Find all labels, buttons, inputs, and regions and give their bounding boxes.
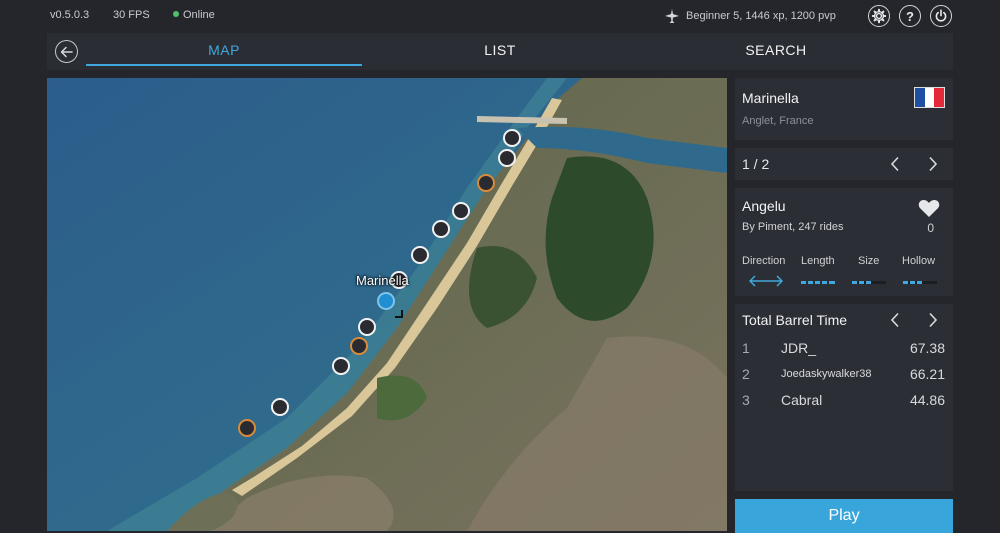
tab-map[interactable]: MAP (86, 33, 362, 70)
back-button[interactable] (55, 40, 78, 63)
wave-name: Angelu (742, 198, 786, 214)
spot-marker[interactable] (498, 149, 516, 167)
leaderboard-rank: 1 (742, 340, 750, 356)
leaderboard-time: 66.21 (909, 366, 945, 382)
arrow-left-icon (60, 46, 73, 57)
leaderboard-row: 3 Cabral 44.86 (742, 392, 945, 412)
spot-marker[interactable] (271, 398, 289, 416)
leaderboard-title: Total Barrel Time (742, 312, 848, 328)
player-stats: Beginner 5, 1446 xp, 1200 pvp (686, 10, 836, 22)
heart-icon (918, 199, 940, 217)
fps-label: 30 FPS (113, 9, 150, 21)
spot-marker[interactable] (411, 246, 429, 264)
attr-hollow-label: Hollow (902, 255, 936, 267)
leaderboard-prev-button[interactable] (885, 310, 905, 330)
spot-marker[interactable] (332, 357, 350, 375)
leaderboard-player: Cabral (781, 392, 823, 408)
spot-marker[interactable] (477, 174, 495, 192)
size-meter (852, 281, 886, 284)
like-button[interactable] (918, 199, 940, 223)
status-bar: v0.5.0.3 30 FPS Online Beginner 5, 1446 … (0, 0, 1000, 32)
connection-label: Online (183, 9, 215, 21)
chevron-left-icon (890, 156, 899, 172)
pager-prev-button[interactable] (885, 154, 905, 174)
chevron-right-icon (929, 156, 938, 172)
gear-icon (871, 8, 887, 24)
leaderboard-time: 67.38 (909, 340, 945, 356)
chevron-right-icon (929, 312, 938, 328)
settings-button[interactable] (868, 5, 890, 27)
spot-name: Marinella (742, 90, 799, 106)
tab-search[interactable]: SEARCH (638, 33, 914, 70)
leaderboard-time: 44.86 (909, 392, 945, 408)
attr-direction-label: Direction (742, 255, 786, 267)
spot-location: Anglet, France (742, 115, 814, 127)
version-label: v0.5.0.3 (50, 9, 90, 21)
leaderboard-rank: 2 (742, 366, 750, 382)
player-info: Beginner 5, 1446 xp, 1200 pvp (664, 6, 836, 26)
leaderboard-card: Total Barrel Time 1 JDR_ 67.38 2 Joedask… (735, 304, 953, 491)
wave-pager: 1 / 2 (735, 148, 953, 180)
spot-marker[interactable] (432, 220, 450, 238)
nav-bar: MAP LIST SEARCH (47, 33, 953, 70)
leaderboard-row: 2 Joedaskywalker38 66.21 (742, 366, 945, 386)
france-flag-icon (914, 87, 945, 108)
length-meter (801, 281, 835, 284)
power-button[interactable] (930, 5, 952, 27)
spot-marker[interactable] (452, 202, 470, 220)
spot-marker[interactable] (350, 337, 368, 355)
plane-icon (665, 9, 679, 24)
leaderboard-row: 1 JDR_ 67.38 (742, 340, 945, 360)
direction-both-arrows-icon (749, 275, 783, 287)
leaderboard-player: JDR_ (781, 340, 817, 356)
pager-count: 1 / 2 (742, 156, 770, 172)
map-spot-label: Marinella (356, 273, 409, 288)
spot-marker[interactable] (238, 419, 256, 437)
help-button[interactable]: ? (899, 5, 921, 27)
question-icon: ? (906, 8, 914, 24)
like-count: 0 (927, 221, 934, 235)
chevron-left-icon (890, 312, 899, 328)
selection-frame (373, 292, 403, 318)
map-view[interactable]: Marinella (47, 78, 727, 531)
spot-header-card: Marinella Anglet, France (735, 78, 953, 140)
leaderboard-next-button[interactable] (923, 310, 943, 330)
wave-card: Angelu By Piment, 247 rides 0 Direction … (735, 188, 953, 296)
online-dot-icon (173, 11, 179, 17)
connection-status: Online (173, 9, 215, 21)
tab-list[interactable]: LIST (362, 33, 638, 70)
power-icon (935, 9, 947, 22)
spot-marker[interactable] (358, 318, 376, 336)
attr-size-label: Size (858, 255, 880, 267)
leaderboard-player: Joedaskywalker38 (781, 368, 872, 380)
leaderboard-rank: 3 (742, 392, 750, 408)
attr-length-label: Length (801, 255, 835, 267)
play-button[interactable]: Play (735, 499, 953, 533)
spot-marker[interactable] (503, 129, 521, 147)
pager-next-button[interactable] (923, 154, 943, 174)
hollow-meter (903, 281, 937, 284)
wave-author: By Piment, 247 rides (742, 221, 844, 233)
